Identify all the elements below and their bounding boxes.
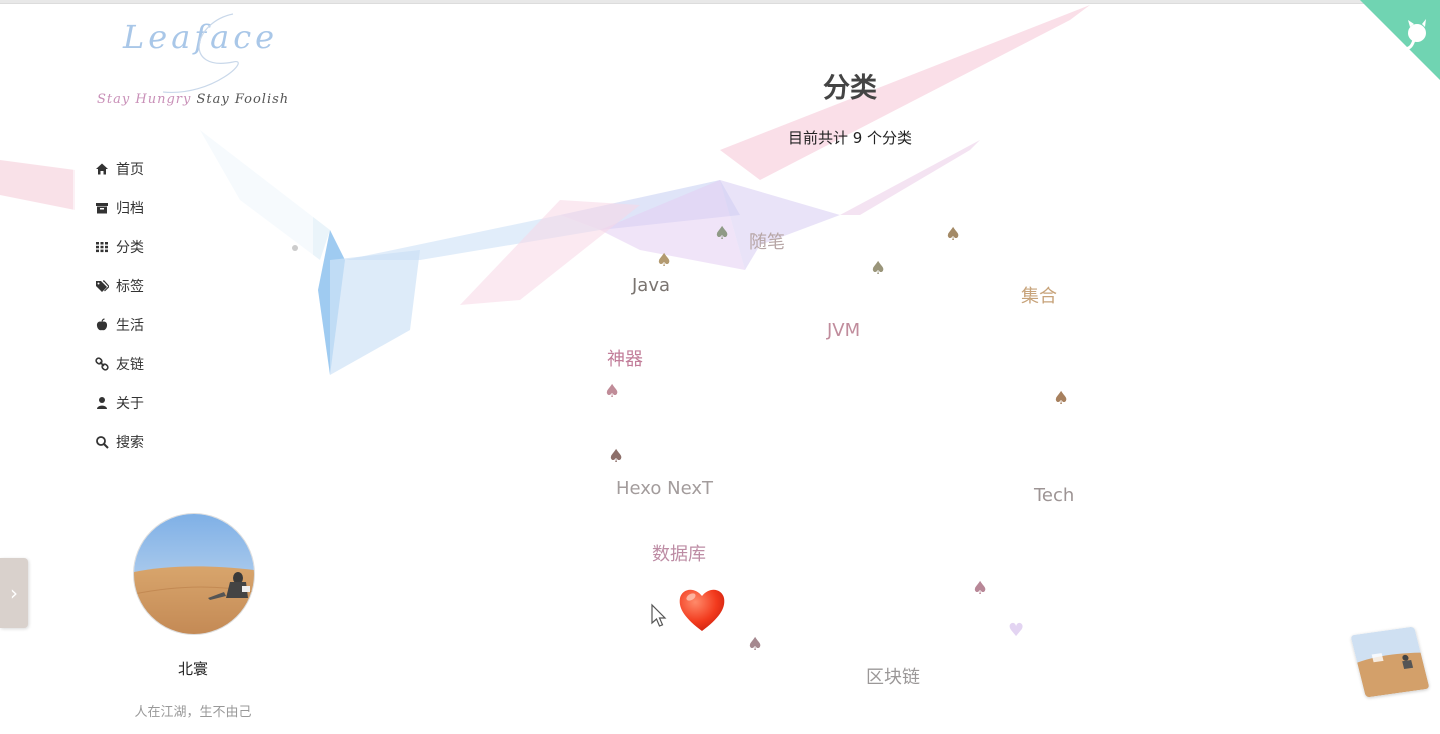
page-title: 分类 [823,73,877,104]
category-link-essay[interactable]: 随笔 [749,228,785,254]
home-icon [96,163,108,174]
spade-icon: ♠ [714,223,731,244]
menu-item-label: 友链 [116,356,144,373]
avatar[interactable] [133,513,255,635]
heart-icon: ♥ [1008,620,1025,641]
category-link-collections[interactable]: 集合 [1021,282,1057,308]
archive-icon [96,202,108,213]
github-corner-link[interactable] [1360,0,1440,80]
menu-item-label: 生活 [116,317,144,334]
link-icon [95,356,109,371]
spade-icon: ♠ [870,258,887,279]
author-motto: 人在江湖，生不由己 [134,705,252,720]
category-link-jvm[interactable]: JVM [827,320,860,341]
category-link-tech[interactable]: Tech [1034,485,1074,506]
avatar-desert-image [134,514,254,634]
sidebar: Leaface Stay Hungry Stay Foolish 首页 归档 分… [73,4,313,494]
sidebar-toggle-button[interactable]: › [0,558,28,628]
menu-item-life[interactable]: 生活 [73,305,313,344]
menu-item-tags[interactable]: 标签 [73,266,313,305]
tags-icon [96,279,109,292]
category-count: 目前共计 9 个分类 [787,129,913,147]
menu-item-label: 归档 [116,200,144,217]
menu-item-label: 分类 [116,239,144,256]
heart-emoji-icon [679,589,725,631]
category-link-hexo-next[interactable]: Hexo NexT [616,478,713,499]
category-link-tools[interactable]: 神器 [607,345,643,371]
spade-icon: ♠ [656,250,673,271]
spade-icon: ♠ [945,224,962,245]
menu-item-home[interactable]: 首页 [73,149,313,188]
menu-item-label: 首页 [116,161,144,178]
cursor-icon [651,603,667,627]
category-link-database[interactable]: 数据库 [652,540,706,566]
menu-item-links[interactable]: 友链 [73,344,313,383]
main-menu: 首页 归档 分类 标签 生活 友链 关于 搜索 [73,149,313,461]
spade-icon: ♠ [972,578,989,599]
github-corner-background [1360,0,1440,80]
author-name: 北寰 [177,660,208,678]
menu-item-categories[interactable]: 分类 [73,227,313,266]
spade-icon: ♠ [608,446,625,467]
category-link-java[interactable]: Java [632,275,670,296]
menu-item-label: 搜索 [116,434,144,451]
spade-icon: ♠ [1053,388,1070,409]
apple-icon [96,317,108,330]
category-link-blockchain[interactable]: 区块链 [866,663,920,689]
search-icon [96,435,109,449]
menu-item-about[interactable]: 关于 [73,383,313,422]
photo-cube-widget[interactable] [1350,626,1430,698]
menu-item-search[interactable]: 搜索 [73,422,313,461]
site-brand[interactable]: Leaface Stay Hungry Stay Foolish [73,4,313,124]
menu-item-label: 标签 [116,278,144,295]
user-icon [97,396,107,409]
chevron-right-icon: › [10,581,18,605]
th-grid-icon [96,241,108,252]
cube-desert-image [1350,626,1430,698]
spade-icon: ♠ [604,381,621,402]
menu-item-archive[interactable]: 归档 [73,188,313,227]
menu-item-label: 关于 [116,395,144,412]
brand-swash-decoration [162,13,239,93]
spade-icon: ♠ [747,634,764,655]
